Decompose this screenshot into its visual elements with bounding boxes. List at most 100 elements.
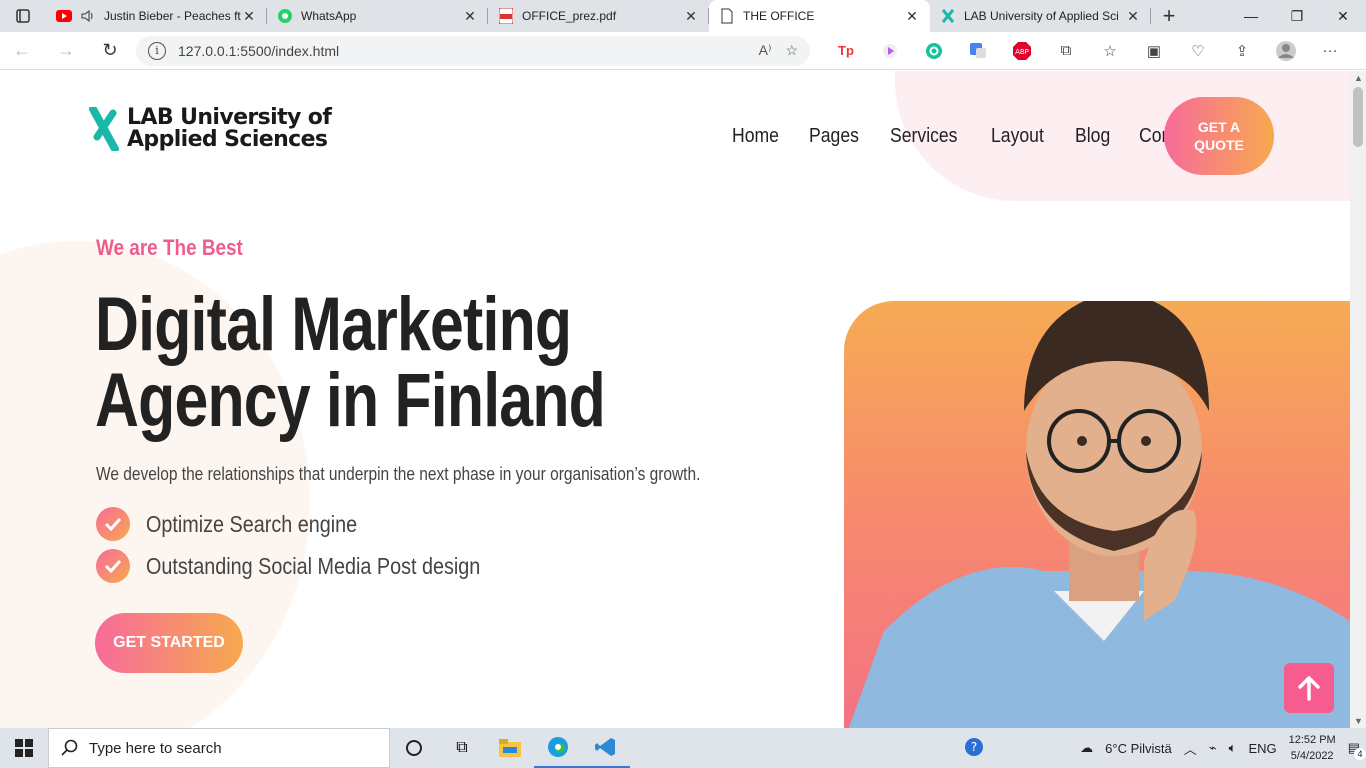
- share-icon[interactable]: ⇪: [1220, 32, 1264, 70]
- headline-line-1: Digital Marketing: [95, 282, 572, 367]
- svg-text:ABP: ABP: [1015, 48, 1029, 56]
- hero-eyebrow: We are The Best: [96, 235, 243, 260]
- web-page: LAB University of Applied Sciences Home …: [0, 71, 1350, 728]
- windows-taskbar: Type here to search ⧉ ? ☁ 6°C Pilvistä ︿…: [0, 728, 1366, 768]
- check-icon: [96, 507, 130, 541]
- site-logo[interactable]: LAB University of Applied Sciences: [89, 105, 332, 153]
- whatsapp-icon: [277, 8, 293, 24]
- audio-icon[interactable]: [80, 8, 96, 24]
- clock-date: 5/4/2022: [1290, 750, 1334, 762]
- headline-line-2: Agency in Finland: [95, 358, 606, 443]
- tp-extension-icon[interactable]: Tp: [824, 32, 868, 70]
- close-tab-icon[interactable]: ✕: [1125, 8, 1141, 25]
- file-explorer-icon[interactable]: [486, 728, 534, 768]
- favorites-icon[interactable]: ☆: [1088, 32, 1132, 70]
- youtube-icon: [56, 8, 72, 24]
- clock-time: 12:52 PM: [1288, 734, 1336, 746]
- notifications-button[interactable]: ▤ 4: [1348, 740, 1366, 760]
- network-icon[interactable]: ⌁: [1209, 740, 1217, 756]
- back-to-top-button[interactable]: [1284, 663, 1334, 713]
- notification-count: 4: [1354, 748, 1366, 760]
- browser-essentials-icon[interactable]: ♡: [1176, 32, 1220, 70]
- media-extension-icon[interactable]: [868, 32, 912, 70]
- lab-logo-icon: [89, 105, 119, 153]
- nav-home[interactable]: Home: [732, 125, 779, 148]
- cortana-button[interactable]: [390, 728, 438, 768]
- close-tab-icon[interactable]: ✕: [904, 8, 920, 25]
- translate-icon[interactable]: [956, 32, 1000, 70]
- feature-text: Optimize Search engine: [146, 510, 358, 537]
- edge-taskbar-icon[interactable]: [534, 728, 582, 768]
- nav-blog[interactable]: Blog: [1075, 125, 1110, 148]
- feature-item: Optimize Search engine: [96, 503, 535, 545]
- hero-headline: Digital Marketing Agency in Finland: [95, 282, 606, 443]
- nav-pages[interactable]: Pages: [809, 125, 859, 148]
- weather-icon[interactable]: ☁: [1080, 740, 1093, 756]
- check-icon: [96, 549, 130, 583]
- scroll-up-icon[interactable]: ▲: [1354, 73, 1363, 83]
- man-thinking-illustration: [848, 301, 1350, 728]
- feature-text: Outstanding Social Media Post design: [146, 552, 481, 579]
- volume-icon[interactable]: 🔈︎: [1229, 740, 1237, 756]
- browser-tab-youtube[interactable]: Justin Bieber - Peaches ft. D ✕: [46, 0, 267, 32]
- profile-avatar[interactable]: [1264, 32, 1308, 70]
- task-view-button[interactable]: ⧉: [438, 728, 486, 768]
- browser-tab-the-office[interactable]: THE OFFICE ✕: [709, 0, 930, 32]
- lab-icon: [940, 8, 956, 24]
- nav-services[interactable]: Services: [890, 125, 957, 148]
- feature-item: Outstanding Social Media Post design: [96, 545, 535, 587]
- browser-tab-whatsapp[interactable]: WhatsApp ✕: [267, 0, 488, 32]
- page-icon: [719, 8, 735, 24]
- scrollbar-thumb[interactable]: [1353, 87, 1363, 147]
- start-button[interactable]: [0, 728, 48, 768]
- page-scrollbar[interactable]: ▲ ▼: [1350, 71, 1366, 728]
- minimize-button[interactable]: —: [1228, 0, 1274, 32]
- url-text[interactable]: 127.0.0.1:5500/index.html: [178, 43, 745, 59]
- vscode-taskbar-icon[interactable]: [582, 728, 630, 768]
- refresh-button[interactable]: ↻: [88, 32, 132, 70]
- get-a-quote-button[interactable]: GET A QUOTE: [1164, 97, 1274, 175]
- quote-line-1: GET A: [1197, 119, 1241, 135]
- new-tab-button[interactable]: +: [1151, 0, 1187, 32]
- adblock-icon[interactable]: ABP: [1000, 32, 1044, 70]
- address-bar-row: ← → ↻ i 127.0.0.1:5500/index.html A⁾ ☆ T…: [0, 32, 1366, 70]
- close-tab-icon[interactable]: ✕: [462, 8, 478, 25]
- logo-line-2: Applied Sciences: [127, 127, 328, 152]
- weather-text[interactable]: 6°C Pilvistä: [1105, 741, 1172, 756]
- tab-actions-icon: [16, 9, 30, 23]
- tab-title: WhatsApp: [301, 9, 357, 23]
- help-icon[interactable]: ?: [964, 737, 984, 760]
- language-indicator[interactable]: ENG: [1248, 741, 1276, 756]
- window-controls: — ❐ ✕: [1228, 0, 1366, 32]
- restore-button[interactable]: ❐: [1274, 0, 1320, 32]
- system-tray: ? ☁ 6°C Pilvistä ︿ ⌁ 🔈︎ ENG 12:52 PM 5/4…: [958, 732, 1366, 764]
- taskbar-search-box[interactable]: Type here to search: [48, 728, 390, 768]
- search-icon: [61, 739, 78, 756]
- close-tab-icon[interactable]: ✕: [241, 8, 257, 25]
- more-menu-icon[interactable]: ···: [1308, 32, 1352, 70]
- logo-line-1: LAB University of: [127, 105, 332, 130]
- grammarly-icon[interactable]: [912, 32, 956, 70]
- browser-tab-pdf[interactable]: OFFICE_prez.pdf ✕: [488, 0, 709, 32]
- site-info-icon[interactable]: i: [148, 41, 166, 60]
- nav-layout[interactable]: Layout: [991, 125, 1044, 148]
- scroll-down-icon[interactable]: ▼: [1354, 716, 1363, 726]
- show-hidden-icons[interactable]: ︿: [1184, 739, 1197, 758]
- collections-icon[interactable]: ▣: [1132, 32, 1176, 70]
- get-started-button[interactable]: GET STARTED: [95, 613, 243, 673]
- back-button[interactable]: ←: [0, 32, 44, 70]
- read-aloud-icon[interactable]: A⁾: [759, 42, 772, 59]
- forward-button[interactable]: →: [44, 32, 88, 70]
- add-favorite-icon[interactable]: ☆: [785, 42, 798, 59]
- clock[interactable]: 12:52 PM 5/4/2022: [1289, 732, 1336, 764]
- url-bar[interactable]: i 127.0.0.1:5500/index.html A⁾ ☆: [136, 35, 810, 66]
- tab-title: LAB University of Applied Sci: [964, 9, 1119, 23]
- close-window-button[interactable]: ✕: [1320, 0, 1366, 32]
- close-tab-icon[interactable]: ✕: [683, 8, 699, 25]
- browser-tab-lab[interactable]: LAB University of Applied Sci ✕: [930, 0, 1151, 32]
- tab-actions-button[interactable]: [0, 0, 46, 32]
- quote-line-2: QUOTE: [1194, 137, 1244, 153]
- extensions-bar: Tp ABP ⧉ ☆ ▣ ♡ ⇪ ···: [824, 32, 1352, 70]
- arrow-up-icon: [1298, 676, 1320, 701]
- extensions-icon[interactable]: ⧉: [1044, 32, 1088, 70]
